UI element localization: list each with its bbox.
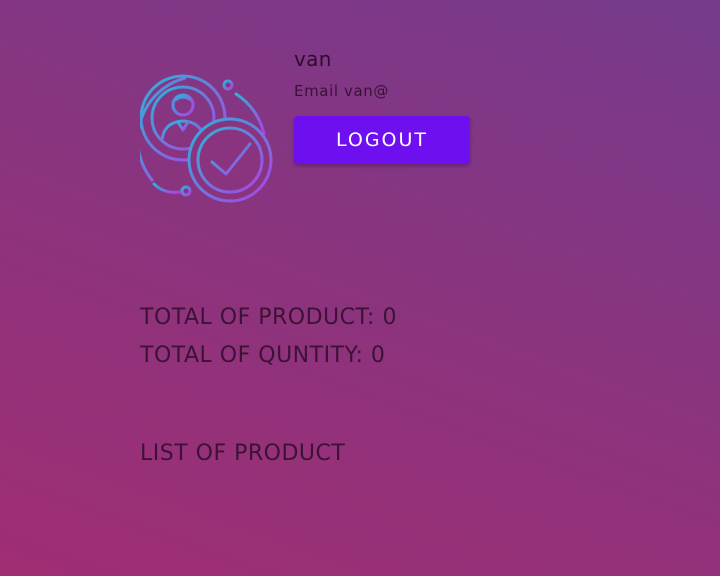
user-verified-icon bbox=[136, 72, 276, 206]
logout-button[interactable]: LOGOUT bbox=[294, 116, 470, 164]
user-name: van bbox=[294, 47, 332, 71]
user-email: Email van@ bbox=[294, 82, 389, 100]
product-list-title: LIST OF PRODUCT bbox=[140, 441, 346, 466]
total-quantity-label: TOTAL OF QUNTITY: 0 bbox=[140, 343, 386, 368]
total-products-label: TOTAL OF PRODUCT: 0 bbox=[140, 305, 397, 330]
